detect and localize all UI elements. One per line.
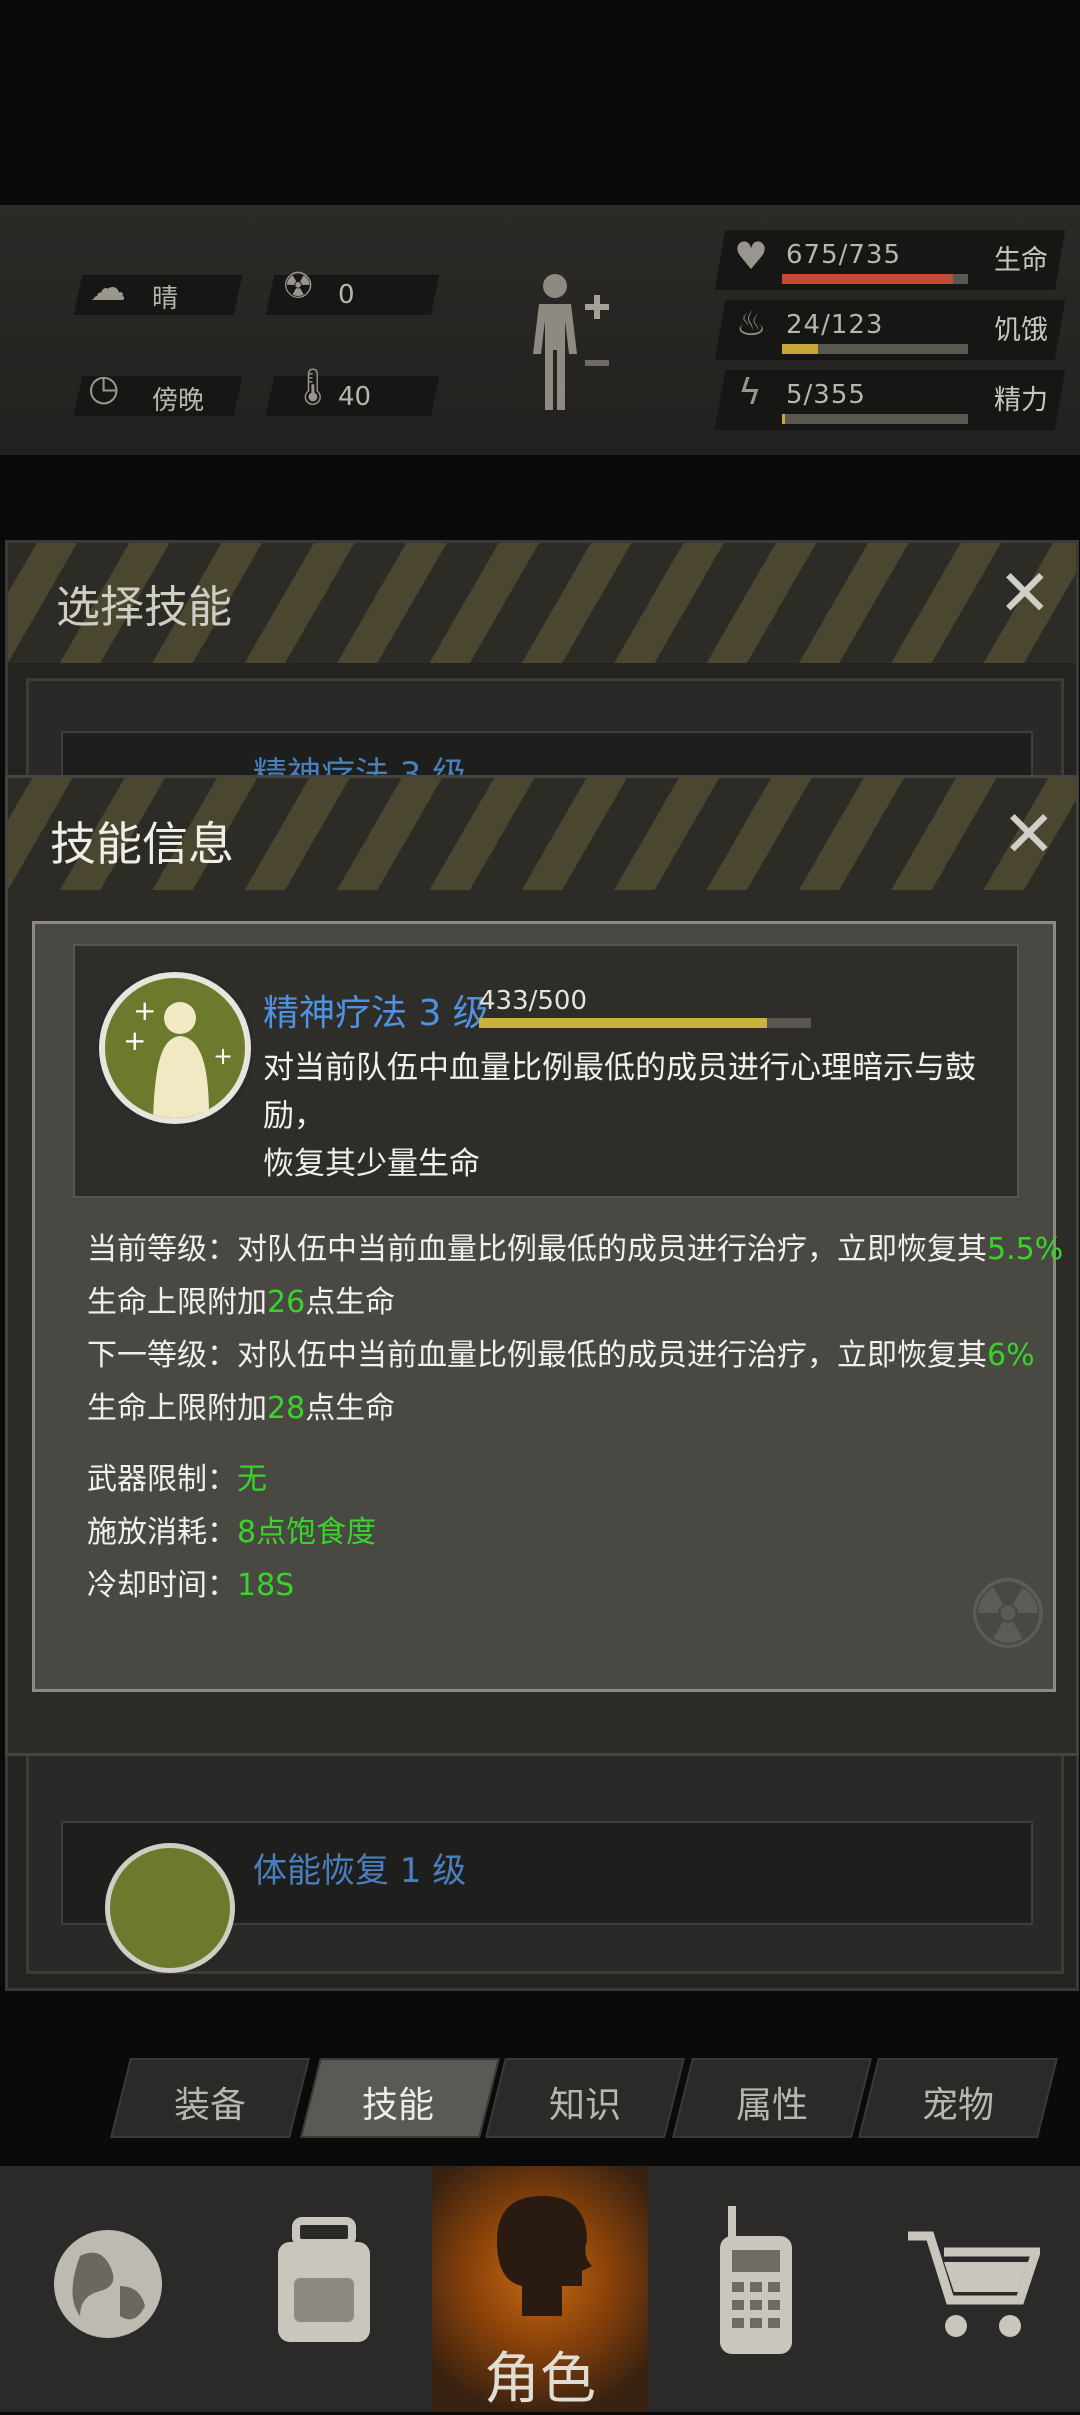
cast-cost-label: 施放消耗： [87, 1515, 237, 1550]
current-level-text: 当前等级：对队伍中当前血量比例最低的成员进行治疗，立即恢复其 [87, 1232, 987, 1267]
skill-info-dialog: 技能信息 ✕ + + + 精神疗法 3 级 433/500 对当前队伍中血量比例… [5, 775, 1079, 1756]
next-level-text: 点生命 [305, 1391, 396, 1426]
current-level-line2: 生命上限附加26点生命 [87, 1277, 395, 1329]
hunger-label: 饥饿 [994, 315, 1048, 346]
skill-info-title: 技能信息 [50, 817, 234, 871]
skill-description-line: 对当前队伍中血量比例最低的成员进行心理暗示与鼓励， [263, 1050, 976, 1134]
tab-equipment-label: 装备 [173, 2085, 246, 2126]
globe-icon [54, 2230, 162, 2338]
skill-xp-bar [479, 1018, 811, 1028]
hunger-bar-fill [782, 344, 819, 354]
clock-icon: ◷ [88, 368, 120, 409]
svg-text:+: + [213, 1042, 233, 1070]
radiation-watermark-icon: ☢ [965, 1559, 1052, 1671]
skill-info-body: + + + 精神疗法 3 级 433/500 对当前队伍中血量比例最低的成员进行… [32, 921, 1063, 1692]
cooldown: 冷却时间：18S [87, 1560, 294, 1612]
cooldown-value: 18S [237, 1568, 295, 1603]
skill-xp-text: 433/500 [479, 986, 588, 1016]
heart-icon: ♥ [734, 234, 769, 278]
current-level-percent: 5.5% [987, 1232, 1064, 1267]
skill-description-line: 恢复其少量生命 [263, 1146, 480, 1182]
skill-list-item-icon [105, 1843, 235, 1973]
lightning-head-icon: ϟ [738, 372, 762, 413]
mind-therapy-icon: + + + [99, 972, 251, 1124]
skill-summary-card: + + + 精神疗法 3 级 433/500 对当前队伍中血量比例最低的成员进行… [73, 944, 1019, 1198]
next-level-line: 下一等级：对队伍中当前血量比例最低的成员进行治疗，立即恢复其6% [87, 1330, 1035, 1382]
weapon-restriction-value: 无 [237, 1462, 267, 1497]
next-level-line2: 生命上限附加28点生命 [87, 1383, 395, 1435]
backpack-icon [278, 2217, 370, 2342]
weapon-restriction: 武器限制：无 [87, 1454, 267, 1506]
skill-info-close-button[interactable]: ✕ [1002, 798, 1056, 872]
svg-text:+: + [133, 994, 156, 1027]
skill-xp-bar-fill [479, 1018, 767, 1028]
nav-character[interactable]: 角色 [432, 2166, 648, 2412]
hunger-value: 24/123 [786, 310, 884, 340]
current-level-text: 点生命 [305, 1285, 396, 1320]
next-level-text: 生命上限附加 [87, 1391, 267, 1426]
nav-character-label: 角色 [484, 2347, 596, 2412]
skill-list-item[interactable]: 体能恢复 1 级 [61, 1821, 1033, 1973]
bottom-nav: 角色 [0, 2166, 1080, 2412]
nav-shop[interactable] [864, 2166, 1080, 2412]
skill-list-item-name: 体能恢复 1 级 [253, 1851, 467, 1891]
time-text: 傍晚 [152, 386, 205, 416]
cloud-sun-icon: ☁ [90, 268, 126, 309]
next-level-percent: 6% [987, 1338, 1035, 1373]
stomach-icon: ♨ [736, 304, 767, 344]
energy-label: 精力 [994, 385, 1048, 416]
skill-name: 精神疗法 3 级 [263, 993, 489, 1034]
hunger-bar [782, 344, 968, 354]
svg-text:+: + [123, 1024, 146, 1057]
nav-radio[interactable] [648, 2166, 864, 2412]
current-level-line: 当前等级：对队伍中当前血量比例最低的成员进行治疗，立即恢复其5.5% [87, 1224, 1063, 1276]
hp-bar-fill [782, 274, 953, 284]
hp-value: 675/735 [786, 240, 902, 270]
hp-bar [782, 274, 968, 284]
hp-label: 生命 [994, 245, 1048, 276]
current-level-hp: 26 [267, 1285, 306, 1320]
select-skill-title: 选择技能 [56, 582, 232, 633]
skill-description: 对当前队伍中血量比例最低的成员进行心理暗示与鼓励， 恢复其少量生命 [263, 1044, 1003, 1188]
body-status-button[interactable] [525, 268, 615, 428]
cast-cost: 施放消耗：8点饱食度 [87, 1507, 376, 1559]
shop-cart-icon [908, 2231, 1040, 2337]
tab-attributes-label: 属性 [735, 2085, 808, 2126]
thermometer-icon: 🌡 [290, 367, 336, 408]
character-icon [497, 2196, 592, 2316]
select-skill-close-button[interactable]: ✕ [998, 557, 1052, 631]
current-level-text: 生命上限附加 [87, 1285, 267, 1320]
temperature-value: 40 [338, 382, 372, 412]
energy-value: 5/355 [786, 380, 866, 410]
weather-text: 晴 [152, 284, 179, 314]
tab-pets-label: 宠物 [921, 2085, 994, 2126]
tab-skills-label: 技能 [361, 2085, 434, 2126]
energy-bar [782, 414, 968, 424]
nav-backpack[interactable] [216, 2166, 432, 2412]
next-level-text: 下一等级：对队伍中当前血量比例最低的成员进行治疗，立即恢复其 [87, 1338, 987, 1373]
cooldown-label: 冷却时间： [87, 1568, 237, 1603]
radiation-icon: ☢ [282, 266, 315, 307]
radio-icon [720, 2206, 792, 2354]
weapon-restriction-label: 武器限制： [87, 1462, 237, 1497]
energy-bar-fill [782, 414, 785, 424]
radiation-value: 0 [338, 280, 355, 310]
cast-cost-value: 8点饱食度 [237, 1515, 377, 1550]
nav-world-map[interactable] [0, 2166, 216, 2412]
tab-knowledge-label: 知识 [548, 2085, 621, 2126]
body-figure-icon [533, 274, 609, 410]
next-level-hp: 28 [267, 1391, 306, 1426]
